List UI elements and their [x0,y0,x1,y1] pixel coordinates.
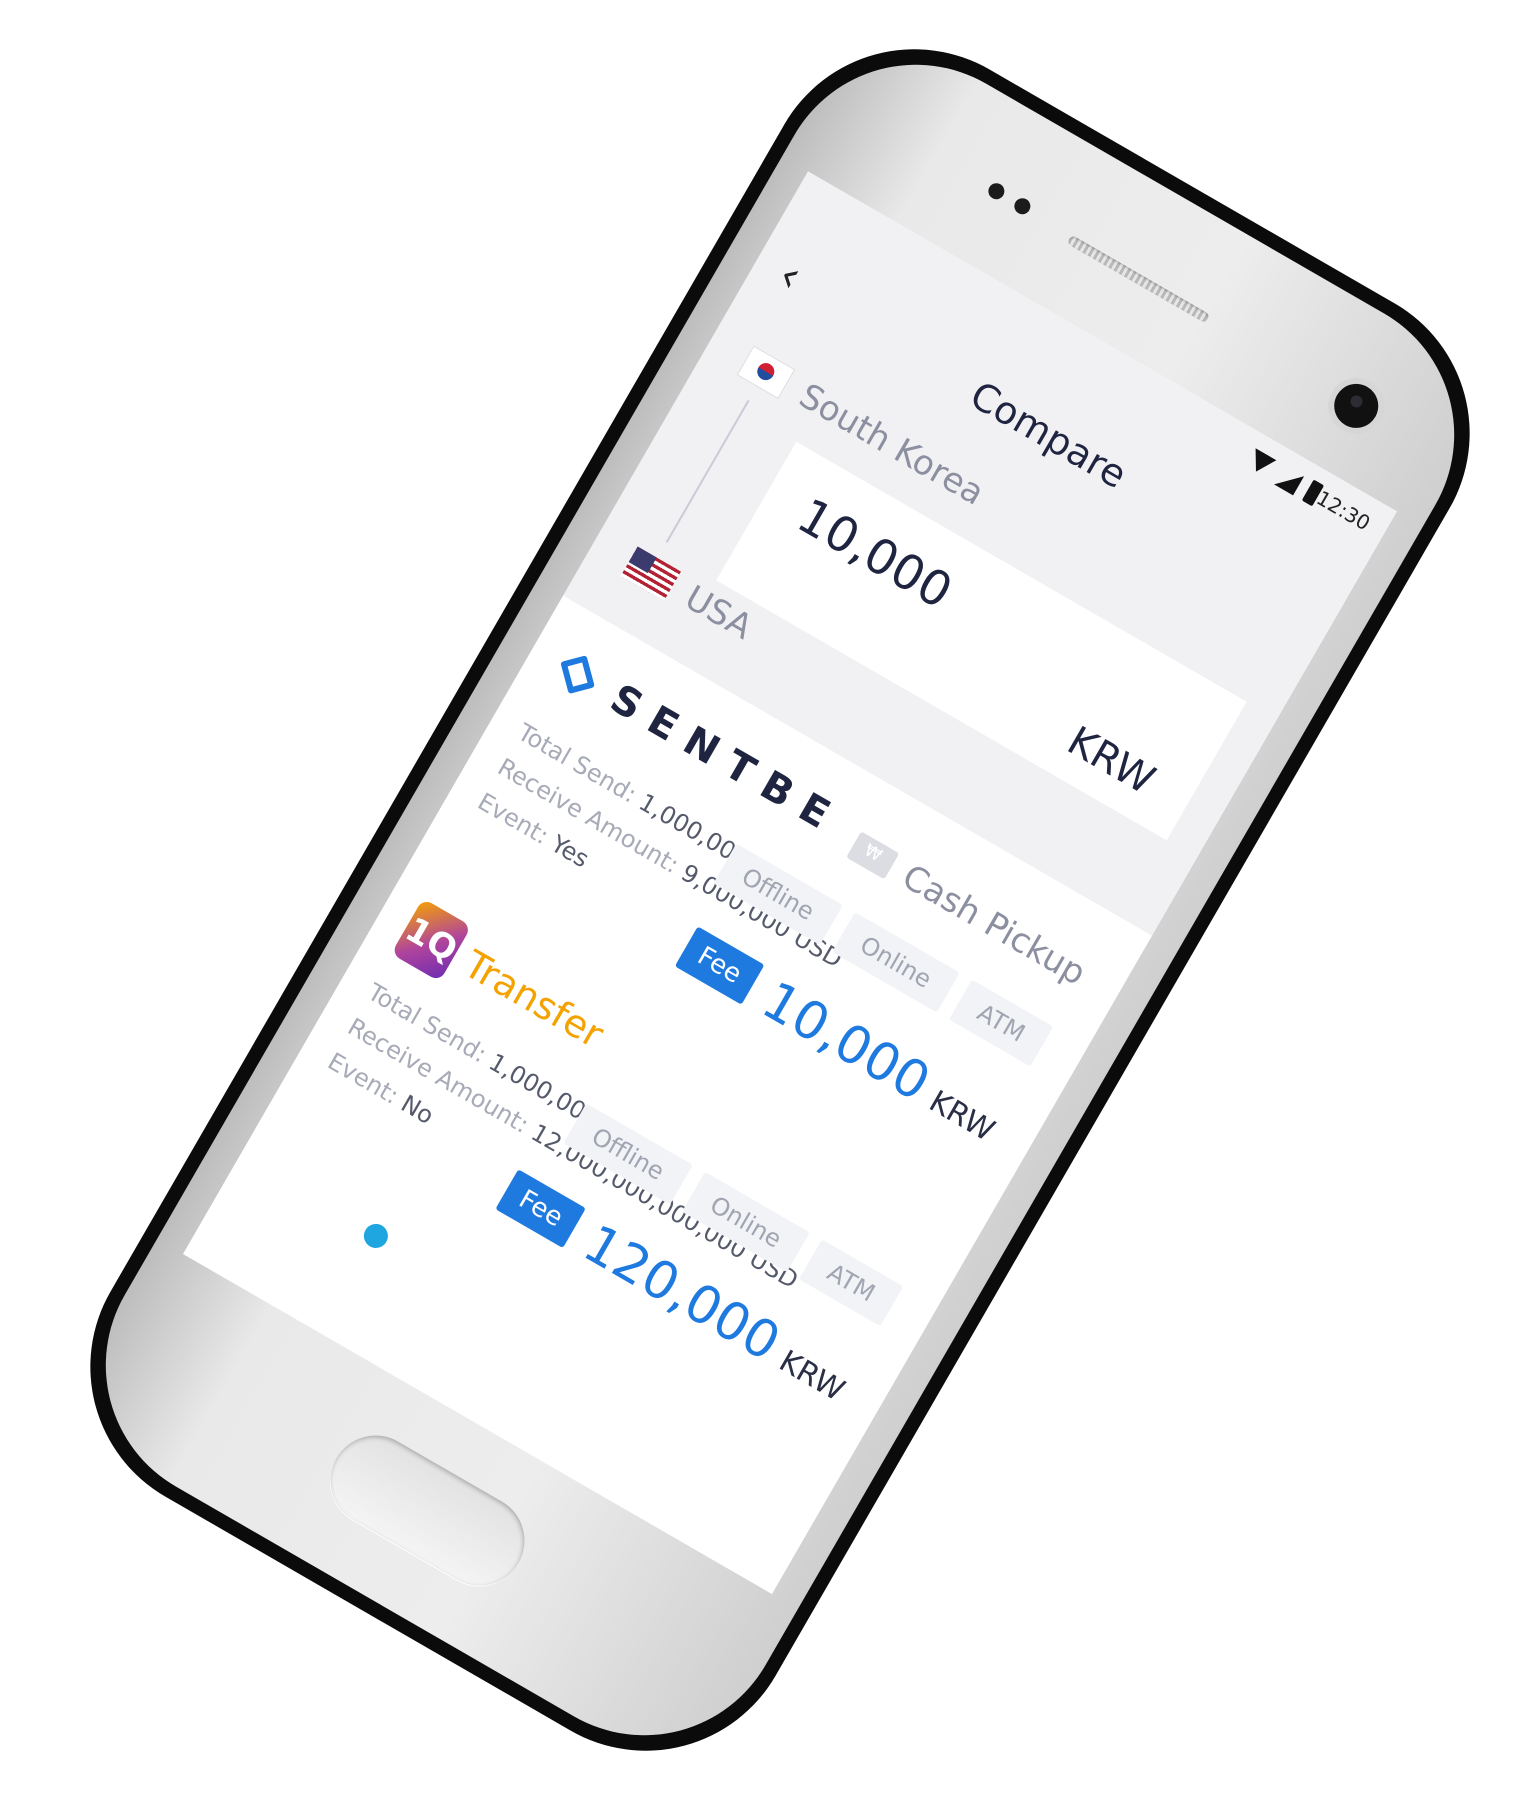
phone-mockup: 12:30 ‹ Compare South Korea 10,000 KRW U… [35,0,1519,1794]
chip-atm: ATM [798,1239,904,1327]
amount-currency: KRW [1059,717,1163,804]
provider-logo-dot-icon [359,1219,393,1253]
fee-currency: KRW [773,1343,851,1409]
signal-icon [1245,448,1277,478]
wifi-icon [1274,465,1305,496]
1q-logo-icon: 1Q [391,898,472,982]
korea-flag-icon [736,345,796,400]
sentbe-logo-icon [560,655,595,695]
route-line [665,399,750,543]
chip-atm: ATM [948,979,1054,1067]
chip-online: Online [831,911,960,1013]
stage: 12:30 ‹ Compare South Korea 10,000 KRW U… [0,0,1519,1794]
fee-currency: KRW [923,1083,1001,1149]
cash-pickup-icon [845,831,899,880]
usa-flag-icon [620,546,681,601]
amount-value: 10,000 [787,487,962,621]
event-value: No [396,1089,439,1131]
